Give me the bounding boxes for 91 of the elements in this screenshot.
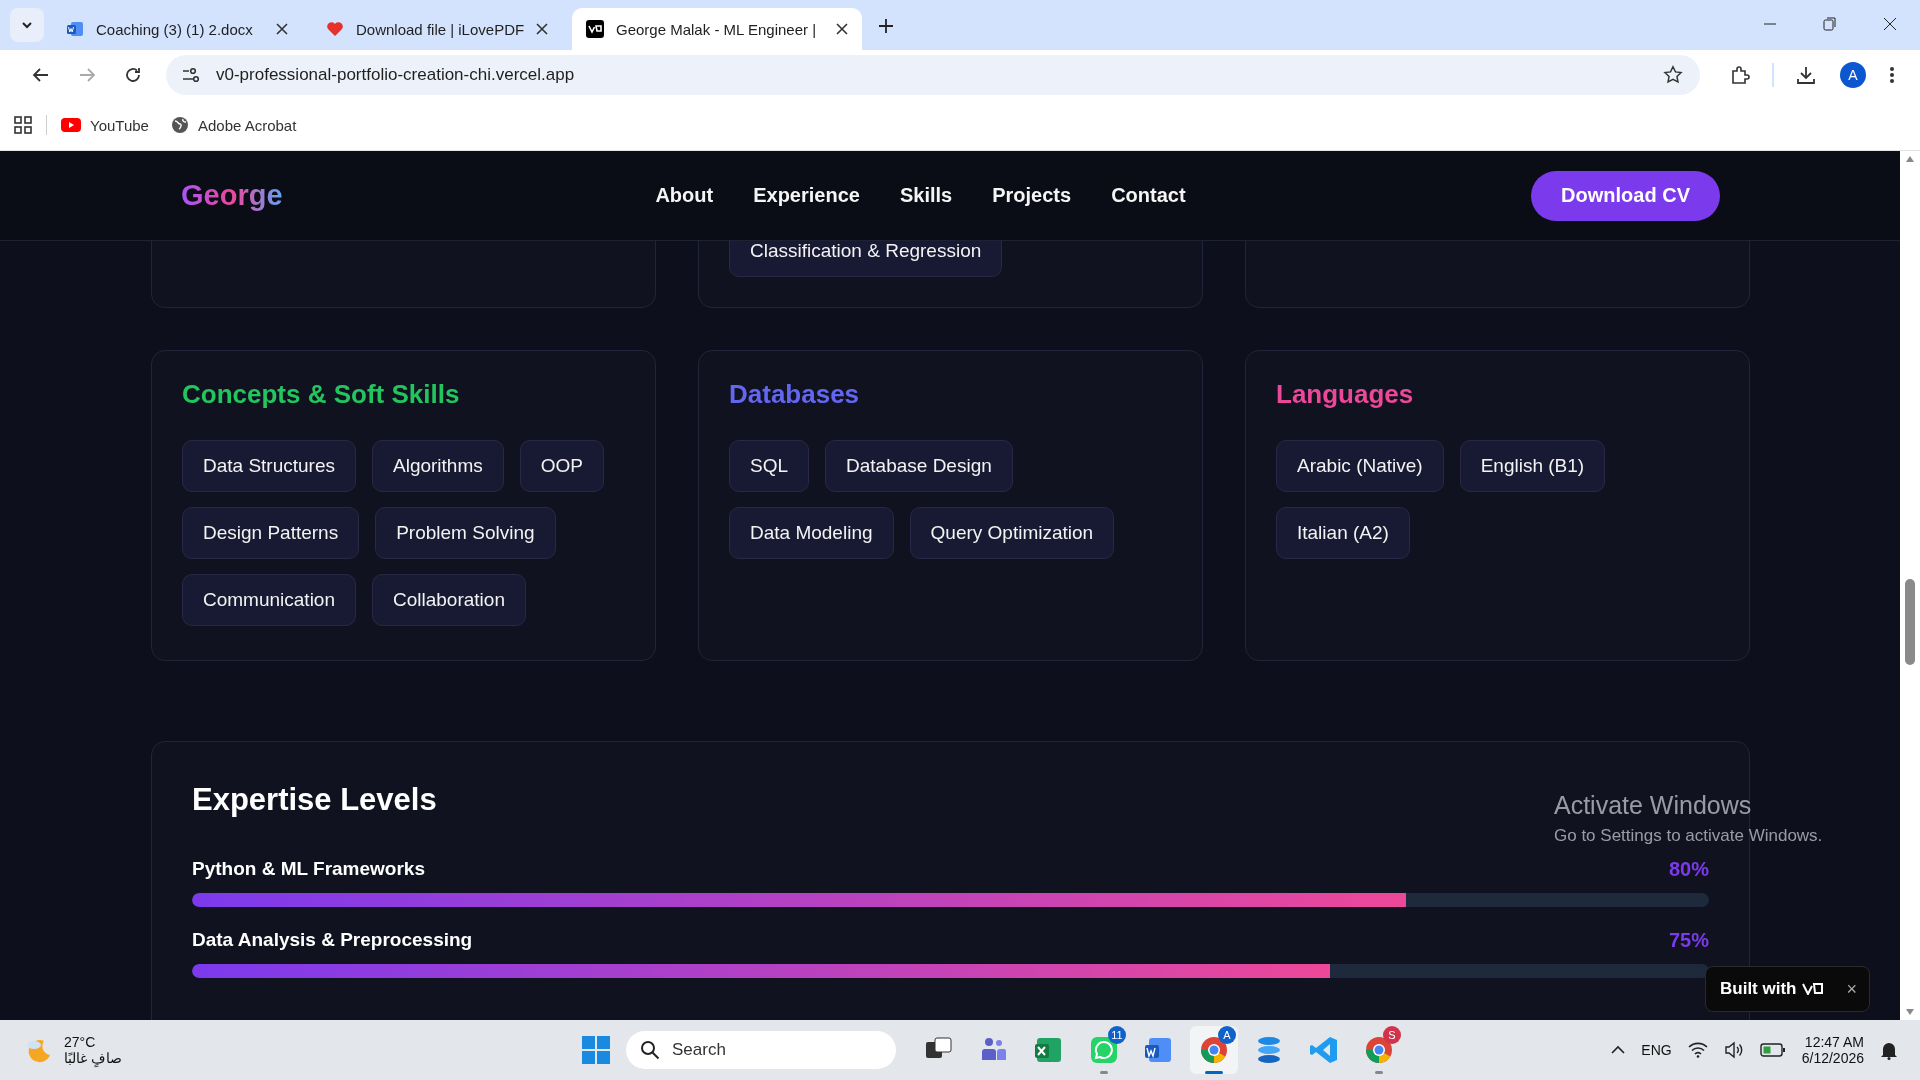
tab-search-button[interactable] bbox=[10, 8, 44, 42]
built-with-badge[interactable]: Built with × bbox=[1705, 966, 1870, 1012]
youtube-icon bbox=[61, 118, 81, 132]
wifi-icon[interactable] bbox=[1687, 1042, 1708, 1058]
profile-avatar[interactable]: A bbox=[1840, 62, 1866, 88]
tab-title: Coaching (3) (1) 2.docx bbox=[96, 20, 254, 38]
close-icon[interactable] bbox=[1882, 16, 1898, 32]
taskbar-app[interactable]: A bbox=[1190, 1026, 1238, 1074]
skill-tag: SQL bbox=[729, 440, 810, 492]
heart-icon bbox=[326, 20, 344, 38]
tab-title: George Malak - ML Engineer | bbox=[616, 20, 818, 38]
skill-tag: Database Design bbox=[825, 440, 1013, 492]
site-settings-icon[interactable] bbox=[180, 65, 200, 85]
skill-tag: Collaboration bbox=[372, 574, 526, 626]
clock-time[interactable]: 12:47 AM bbox=[1804, 1034, 1864, 1050]
menu-icon[interactable] bbox=[1889, 65, 1895, 85]
percentage: 80% bbox=[1668, 858, 1709, 881]
download-icon[interactable] bbox=[1795, 64, 1817, 86]
v0-logo-icon bbox=[1802, 983, 1825, 995]
scrollbar-thumb[interactable] bbox=[1905, 579, 1915, 665]
bookmark-star-icon[interactable] bbox=[1662, 64, 1684, 86]
section-title: Expertise Levels bbox=[192, 782, 437, 818]
close-tab-icon[interactable] bbox=[276, 23, 288, 35]
card-title: Languages bbox=[1276, 379, 1415, 410]
volume-icon[interactable] bbox=[1723, 1041, 1744, 1059]
code-editor-icon bbox=[1308, 1034, 1340, 1066]
language-indicator[interactable]: ENG bbox=[1641, 1042, 1672, 1058]
badge-close[interactable]: × bbox=[1846, 978, 1857, 1000]
skill-tag: Algorithms bbox=[372, 440, 504, 492]
start-icon[interactable] bbox=[581, 1035, 611, 1065]
bookmark-link[interactable]: Adobe Acrobat bbox=[170, 116, 297, 134]
browser-tab[interactable]: Download file | iLovePDF bbox=[312, 8, 562, 50]
url-text: v0-professional-portfolio-creation-chi.vercel.app bbox=[216, 65, 576, 85]
skill-tag: Design Patterns bbox=[182, 507, 360, 559]
skill-tag: Italian (A2) bbox=[1276, 507, 1410, 559]
skill-tag: Arabic (Native) bbox=[1276, 440, 1444, 492]
nav-link[interactable]: Experience bbox=[753, 184, 860, 207]
skill-name: Data Analysis & Preprocessing bbox=[192, 929, 473, 952]
restore-icon[interactable] bbox=[1822, 16, 1838, 32]
skill-tag: Data Structures bbox=[182, 440, 356, 492]
activation-title: Activate Windows bbox=[1554, 791, 1753, 820]
v0-logo-icon bbox=[586, 20, 604, 38]
address-bar[interactable]: v0-professional-portfolio-creation-chi.vercel.app bbox=[166, 55, 1700, 95]
skill-tag: OOP bbox=[519, 440, 604, 492]
scrollbar[interactable] bbox=[1900, 151, 1920, 1020]
clock-date[interactable]: 6/12/2026 bbox=[1801, 1050, 1864, 1066]
download-cv-button[interactable]: Download CV bbox=[1531, 170, 1720, 221]
skill-tag: Communication bbox=[182, 574, 356, 626]
battery-icon[interactable] bbox=[1759, 1042, 1786, 1058]
percentage: 75% bbox=[1668, 929, 1709, 952]
bookmark-link[interactable]: YouTube bbox=[61, 116, 149, 134]
close-tab-icon[interactable] bbox=[836, 23, 848, 35]
tab-title: Download file | iLovePDF bbox=[356, 20, 524, 38]
nav-link[interactable]: Contact bbox=[1111, 184, 1186, 207]
notification-badge: 11 bbox=[1108, 1026, 1126, 1044]
card-title: Concepts & Soft Skills bbox=[182, 379, 461, 410]
skill-tag: Data Modeling bbox=[729, 507, 894, 559]
apps-grid-icon[interactable] bbox=[14, 116, 32, 134]
notification-bell-icon[interactable] bbox=[1880, 1040, 1898, 1060]
chevron-up-icon[interactable] bbox=[1611, 1045, 1626, 1055]
nav-link[interactable]: About bbox=[655, 184, 714, 207]
weather-condition: صافٍ غالبًا bbox=[64, 1050, 122, 1066]
badge-label: Built with bbox=[1720, 979, 1797, 999]
close-tab-icon[interactable] bbox=[536, 23, 548, 35]
search-icon bbox=[640, 1040, 660, 1060]
taskbar-app[interactable]: S bbox=[1355, 1026, 1403, 1074]
scroll-down-icon[interactable] bbox=[1905, 1008, 1915, 1016]
scroll-up-icon[interactable] bbox=[1905, 155, 1915, 163]
browser-tab[interactable]: Coaching (3) (1) 2.docx bbox=[52, 8, 302, 50]
notification-badge: S bbox=[1383, 1026, 1401, 1044]
notification-badge: A bbox=[1218, 1026, 1236, 1044]
weather-temperature: 27°C bbox=[64, 1034, 97, 1050]
skill-name: Python & ML Frameworks bbox=[192, 858, 425, 881]
skill-tag: Problem Solving bbox=[375, 507, 556, 559]
extensions-icon[interactable] bbox=[1729, 64, 1751, 86]
browser-tab[interactable]: George Malak - ML Engineer | bbox=[572, 8, 862, 50]
skill-tag: English (B1) bbox=[1459, 440, 1606, 492]
running-indicator bbox=[1100, 1071, 1108, 1074]
running-indicator bbox=[1205, 1071, 1223, 1074]
taskbar-search-field[interactable]: Search bbox=[626, 1031, 896, 1069]
reload-icon[interactable] bbox=[123, 65, 143, 85]
taskbar-app[interactable]: 11 bbox=[1080, 1026, 1128, 1074]
document-icon bbox=[66, 20, 84, 38]
plus-icon bbox=[878, 18, 894, 34]
skill-tag: Query Optimization bbox=[909, 507, 1115, 559]
activation-message: Go to Settings to activate Windows. bbox=[1554, 826, 1823, 846]
running-indicator bbox=[1375, 1071, 1383, 1074]
nav-link[interactable]: Projects bbox=[992, 184, 1072, 207]
globe-icon bbox=[170, 116, 189, 134]
nav-link[interactable]: Skills bbox=[899, 184, 953, 207]
card-title: Databases bbox=[729, 379, 861, 410]
